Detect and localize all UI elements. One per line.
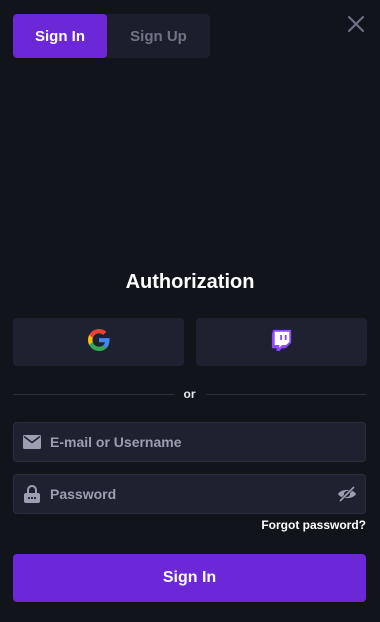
sign-in-button[interactable]: Sign In <box>13 554 366 602</box>
divider: or <box>13 385 366 403</box>
google-icon <box>87 328 110 356</box>
divider-line <box>205 393 366 395</box>
divider-text: or <box>183 387 196 401</box>
password-input[interactable] <box>50 475 329 513</box>
close-icon[interactable] <box>346 14 366 34</box>
eye-off-icon[interactable] <box>329 475 365 513</box>
auth-tabs: Sign In Sign Up <box>13 14 210 58</box>
google-login-button[interactable] <box>13 318 184 366</box>
email-input[interactable] <box>50 423 365 461</box>
twitch-login-button[interactable] <box>196 318 367 366</box>
email-field <box>13 422 366 462</box>
twitch-icon <box>271 329 293 356</box>
tab-sign-in[interactable]: Sign In <box>13 14 107 58</box>
envelope-icon <box>14 435 50 449</box>
lock-icon <box>14 485 50 503</box>
page-title: Authorization <box>125 271 255 293</box>
forgot-password-link[interactable]: Forgot password? <box>261 518 366 532</box>
password-field <box>13 474 366 514</box>
tab-sign-up[interactable]: Sign Up <box>107 14 210 58</box>
divider-line <box>13 393 174 395</box>
